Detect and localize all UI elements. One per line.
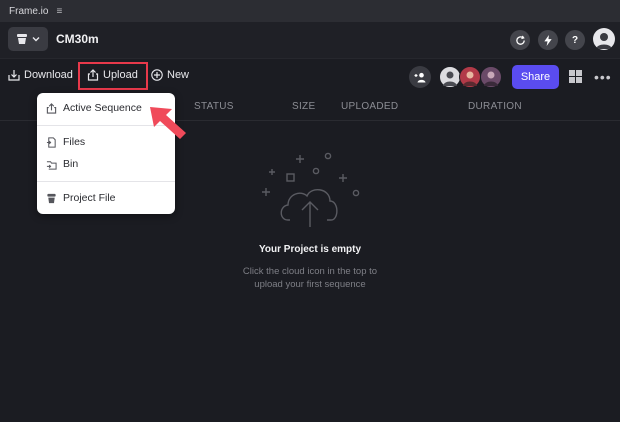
- project-toolbar: Download Upload New Share •••: [0, 58, 620, 94]
- menu-item-project-file[interactable]: Project File: [46, 192, 116, 204]
- premiere-bucket-icon: [17, 34, 27, 44]
- user-avatar[interactable]: [593, 28, 615, 50]
- user-silhouette-icon: [596, 33, 612, 49]
- invite-collaborator-button[interactable]: [409, 66, 431, 88]
- column-uploaded[interactable]: UPLOADED: [341, 101, 398, 112]
- project-header: CM30m ?: [0, 22, 620, 58]
- empty-state-title: Your Project is empty: [258, 244, 362, 255]
- chevron-down-icon: [32, 37, 40, 42]
- user-photo-icon: [484, 71, 498, 86]
- window-titlebar: Frame.io ≡: [0, 0, 620, 22]
- column-duration[interactable]: DURATION: [468, 101, 522, 112]
- new-button[interactable]: New: [151, 69, 189, 81]
- refresh-icon: [515, 35, 525, 45]
- column-status[interactable]: STATUS: [194, 101, 234, 112]
- menu-item-bin[interactable]: Bin: [46, 158, 78, 170]
- project-title: CM30m: [56, 32, 99, 46]
- plus-circle-icon: [151, 69, 163, 81]
- download-button[interactable]: Download: [8, 69, 73, 81]
- empty-state-subtitle-line: upload your first sequence: [254, 279, 366, 290]
- menu-item-active-sequence[interactable]: Active Sequence: [46, 102, 142, 114]
- lightning-icon: [544, 34, 552, 46]
- upload-icon: [87, 69, 99, 81]
- more-options-icon[interactable]: •••: [594, 69, 612, 85]
- menu-item-label: Project File: [63, 192, 116, 204]
- empty-state-subtitle: Click the cloud icon in the top to uploa…: [0, 265, 620, 291]
- upload-label: Upload: [103, 69, 138, 81]
- menu-divider: [37, 181, 175, 182]
- new-label: New: [167, 69, 190, 81]
- project-switcher-button[interactable]: [8, 27, 48, 51]
- collaborator-avatar[interactable]: [459, 66, 481, 88]
- help-icon: ?: [571, 34, 579, 46]
- empty-cloud-upload-icon[interactable]: [255, 148, 365, 234]
- user-silhouette-icon: [443, 71, 457, 86]
- download-label: Download: [24, 69, 73, 81]
- upload-button[interactable]: Upload: [87, 69, 138, 81]
- annotation-arrow-icon: [150, 107, 186, 139]
- grid-view-icon[interactable]: [569, 70, 582, 83]
- menu-item-files[interactable]: Files: [46, 136, 85, 148]
- refresh-button[interactable]: [510, 30, 530, 50]
- bin-icon: [46, 160, 57, 170]
- empty-state-subtitle-line: Click the cloud icon in the top to: [242, 266, 378, 277]
- menu-item-label: Active Sequence: [63, 102, 142, 114]
- files-icon: [46, 136, 56, 148]
- menu-item-label: Files: [63, 136, 86, 148]
- hamburger-menu-icon[interactable]: ≡: [56, 6, 62, 17]
- collaborator-avatar[interactable]: [439, 66, 461, 88]
- share-upload-icon: [46, 102, 57, 114]
- app-name: Frame.io: [9, 5, 49, 17]
- add-user-icon: [414, 72, 426, 82]
- download-icon: [8, 70, 20, 81]
- share-button[interactable]: Share: [512, 65, 559, 89]
- help-button[interactable]: ?: [565, 30, 585, 50]
- menu-item-label: Bin: [63, 158, 79, 170]
- column-size[interactable]: SIZE: [292, 101, 315, 112]
- collaborator-avatar[interactable]: [480, 66, 502, 88]
- activity-button[interactable]: [538, 30, 558, 50]
- user-photo-icon: [463, 71, 477, 86]
- premiere-icon: [47, 193, 56, 203]
